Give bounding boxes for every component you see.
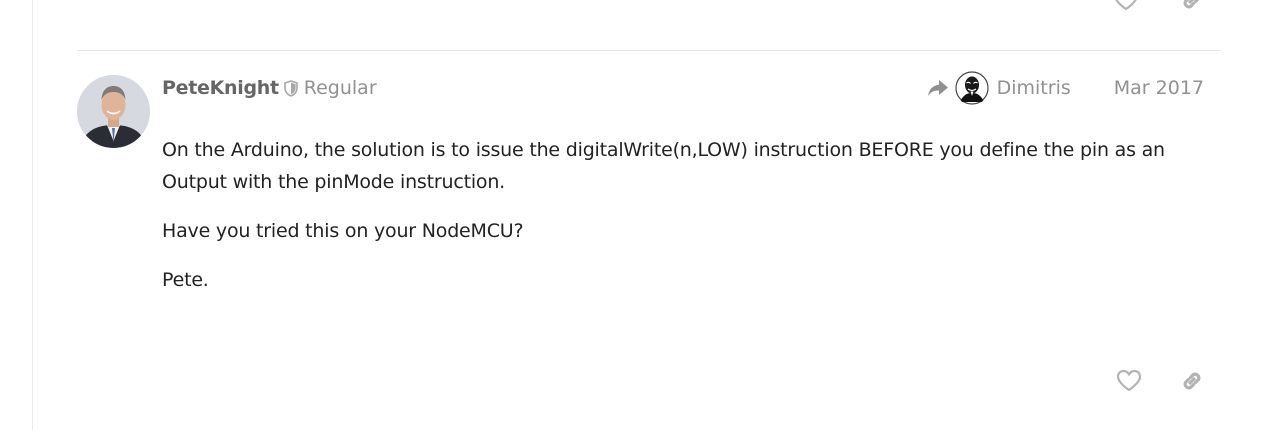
- post-divider: [77, 50, 1221, 51]
- link-icon[interactable]: [1178, 0, 1206, 14]
- post-paragraph: On the Arduino, the solution is to issue…: [162, 139, 1165, 193]
- reply-to-indicator[interactable]: Dimitris: [927, 71, 1071, 105]
- link-icon[interactable]: [1178, 367, 1206, 395]
- post-paragraph: Have you tried this on your NodeMCU?: [162, 220, 524, 242]
- post-date[interactable]: Mar 2017: [1114, 77, 1204, 99]
- username-link[interactable]: PeteKnight: [162, 77, 279, 99]
- user-title: Regular: [303, 77, 377, 99]
- heart-icon[interactable]: [1115, 367, 1143, 395]
- post-paragraph: Pete.: [162, 269, 209, 291]
- left-timeline-rail: [32, 0, 33, 430]
- reply-to-name: Dimitris: [996, 77, 1071, 99]
- previous-post-actions: [1112, 0, 1206, 14]
- reply-avatar: [954, 71, 989, 105]
- heart-icon[interactable]: [1112, 0, 1140, 14]
- post-meta: PeteKnight Regular Dimitris Mar 2017: [162, 71, 1204, 105]
- post-body: On the Arduino, the solution is to issue…: [162, 134, 1204, 313]
- post-actions: [1115, 367, 1206, 395]
- share-arrow-icon: [927, 79, 949, 97]
- avatar[interactable]: [77, 75, 150, 148]
- shield-icon: [283, 79, 298, 97]
